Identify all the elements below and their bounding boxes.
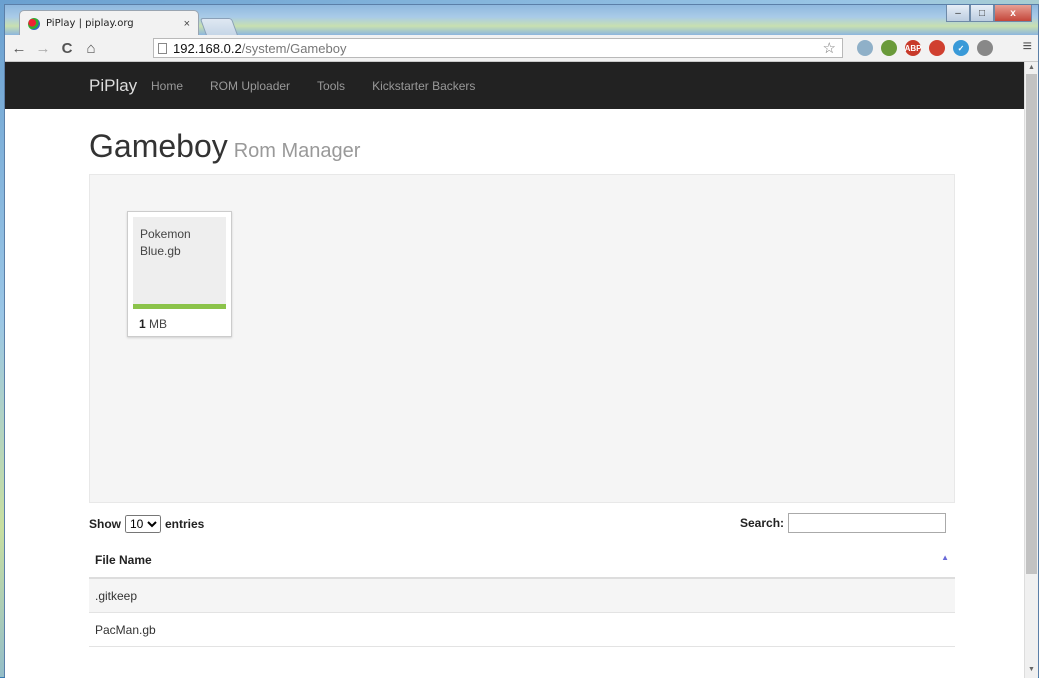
nav-links: Home ROM Uploader Tools Kickstarter Back… bbox=[151, 79, 502, 93]
table-search-control: Search: bbox=[740, 513, 947, 533]
page-title: Gameboy Rom Manager bbox=[89, 128, 360, 165]
nav-link-rom-uploader[interactable]: ROM Uploader bbox=[210, 79, 290, 93]
puzzle-extension-icon[interactable] bbox=[929, 40, 945, 56]
nav-link-home[interactable]: Home bbox=[151, 79, 183, 93]
page-icon bbox=[158, 42, 167, 54]
files-table: File Name ▲ .gitkeep PacMan.gb bbox=[89, 542, 955, 647]
cast-extension-icon[interactable] bbox=[977, 40, 993, 56]
scroll-down-icon[interactable]: ▼ bbox=[1025, 666, 1038, 676]
reload-icon[interactable]: C bbox=[57, 40, 77, 57]
checkmark-extension-icon[interactable]: ✓ bbox=[953, 40, 969, 56]
browser-window: PiPlay | piplay.org × – □ x ← → C ⌂ 192.… bbox=[4, 4, 1039, 678]
rom-size-value: 1 bbox=[139, 317, 146, 331]
table-cell-file-name: PacMan.gb bbox=[89, 612, 955, 647]
upload-progress-fill bbox=[133, 304, 226, 309]
nav-link-kickstarter-backers[interactable]: Kickstarter Backers bbox=[372, 79, 475, 93]
upload-progress-bar bbox=[133, 304, 226, 309]
table-cell-file-name: .gitkeep bbox=[89, 578, 955, 613]
rom-file-card[interactable]: Pokemon Blue.gb 1 MB bbox=[127, 211, 232, 337]
table-row[interactable]: .gitkeep bbox=[89, 578, 955, 613]
vertical-scrollbar[interactable]: ▲ ▼ bbox=[1024, 62, 1038, 678]
page-subtitle: Rom Manager bbox=[233, 140, 361, 162]
nav-link-tools[interactable]: Tools bbox=[317, 79, 345, 93]
site-brand[interactable]: PiPlay bbox=[89, 76, 137, 96]
maximize-button[interactable]: □ bbox=[970, 5, 994, 22]
url-path: /system/Gameboy bbox=[241, 40, 347, 56]
scrollbar-thumb[interactable] bbox=[1026, 74, 1037, 574]
rom-file-name: Pokemon Blue.gb bbox=[140, 227, 191, 258]
url-host: 192.168.0.2 bbox=[173, 40, 242, 56]
search-label: Search: bbox=[740, 516, 785, 530]
table-row[interactable]: PacMan.gb bbox=[89, 612, 955, 647]
title-bar: PiPlay | piplay.org × – □ x bbox=[5, 5, 1038, 36]
search-extension-icon[interactable] bbox=[857, 40, 873, 56]
close-window-button[interactable]: x bbox=[994, 5, 1032, 22]
piplay-favicon-icon bbox=[28, 17, 40, 30]
page-viewport: PiPlay Home ROM Uploader Tools Kickstart… bbox=[5, 62, 1026, 678]
column-header-file-name[interactable]: File Name ▲ bbox=[89, 542, 955, 579]
site-navbar: PiPlay Home ROM Uploader Tools Kickstart… bbox=[5, 62, 1026, 109]
adblock-extension-icon[interactable]: ABP bbox=[905, 40, 921, 56]
tab-title: PiPlay | piplay.org bbox=[46, 18, 134, 29]
browser-tab[interactable]: PiPlay | piplay.org × bbox=[19, 10, 199, 36]
entries-label: entries bbox=[165, 517, 205, 531]
entries-select[interactable]: 10 bbox=[125, 515, 161, 533]
rom-file-size: 1 MB bbox=[139, 317, 167, 331]
scroll-up-icon[interactable]: ▲ bbox=[1025, 64, 1038, 74]
menu-icon[interactable]: ≡ bbox=[1023, 38, 1032, 56]
bookmark-star-icon[interactable]: ☆ bbox=[823, 39, 836, 57]
tab-close-icon[interactable]: × bbox=[184, 18, 190, 30]
rom-drop-zone[interactable]: Pokemon Blue.gb 1 MB bbox=[89, 174, 955, 503]
evernote-extension-icon[interactable] bbox=[881, 40, 897, 56]
rom-size-unit: MB bbox=[149, 317, 168, 331]
forward-arrow-icon[interactable]: → bbox=[33, 40, 53, 57]
minimize-button[interactable]: – bbox=[946, 5, 970, 22]
sort-ascending-icon: ▲ bbox=[941, 552, 949, 562]
page-title-text: Gameboy bbox=[89, 128, 228, 164]
browser-toolbar: ← → C ⌂ 192.168.0.2 /system/Gameboy ☆ AB… bbox=[5, 35, 1038, 62]
address-bar[interactable]: 192.168.0.2 /system/Gameboy ☆ bbox=[153, 38, 843, 58]
entries-length-control: Show 10 entries bbox=[89, 515, 204, 533]
search-input[interactable] bbox=[788, 513, 947, 533]
back-arrow-icon[interactable]: ← bbox=[9, 40, 29, 57]
show-label: Show bbox=[89, 517, 121, 531]
table-header-row: File Name ▲ bbox=[89, 542, 955, 579]
column-header-label: File Name bbox=[95, 552, 152, 567]
new-tab-button[interactable] bbox=[199, 18, 239, 36]
home-icon[interactable]: ⌂ bbox=[81, 40, 101, 57]
window-controls: – □ x bbox=[946, 5, 1032, 22]
